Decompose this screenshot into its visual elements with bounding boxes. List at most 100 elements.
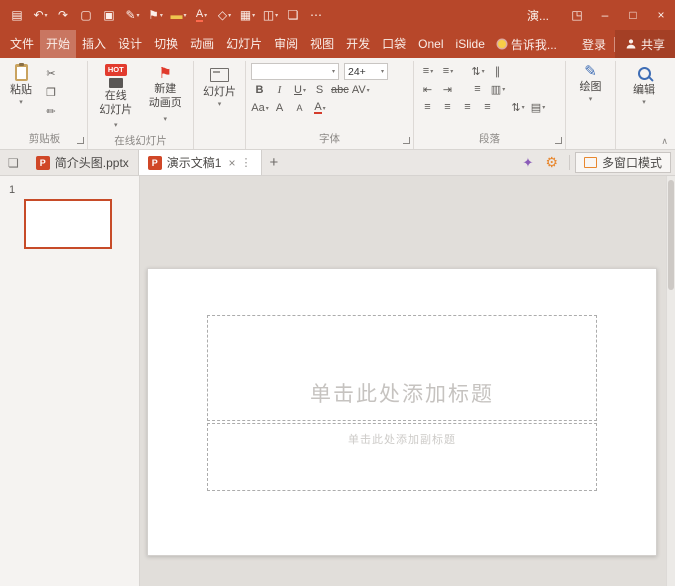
vertical-scrollbar[interactable] [666, 176, 675, 586]
settings-gear-icon[interactable]: ⚙ [539, 150, 564, 175]
tab-review[interactable]: 审阅 [268, 30, 304, 58]
ribbon-tab-strip: 文件 开始 插入 设计 切换 动画 幻灯片 审阅 视图 开发 口袋 Onel i… [0, 30, 675, 58]
italic-button[interactable]: I [271, 82, 289, 98]
numbering-button[interactable]: ≡▾ [439, 63, 457, 79]
line-spacing-button[interactable]: ⇅▾ [469, 63, 487, 79]
font-name-combo[interactable]: ▾ [251, 63, 339, 80]
pencil-icon[interactable]: ✎▾ [121, 2, 144, 28]
decrease-indent-button[interactable]: ⇤ [419, 81, 437, 97]
align-center-button[interactable]: ≡ [439, 99, 457, 115]
document-switch-icon[interactable]: ❏ [0, 150, 27, 175]
font-size-combo[interactable]: 24+▾ [344, 63, 388, 80]
align-text-button[interactable]: ⇅▾ [509, 99, 527, 115]
font-color-icon[interactable]: A▾ [190, 2, 213, 28]
picture-icon[interactable]: ◫▾ [259, 2, 282, 28]
tab-view[interactable]: 视图 [304, 30, 340, 58]
redo-icon[interactable]: ↷ [52, 2, 75, 28]
increase-indent-button[interactable]: ⇥ [439, 81, 457, 97]
new-presentation-icon[interactable]: ▢ [75, 2, 98, 28]
scrollbar-thumb[interactable] [668, 180, 674, 290]
flag-icon[interactable]: ⚑▾ [144, 2, 167, 28]
window-icon[interactable]: ❏ [282, 2, 305, 28]
paragraph-dialog-launcher-icon[interactable] [555, 137, 562, 144]
tab-animations[interactable]: 动画 [184, 30, 220, 58]
character-spacing-button[interactable]: AV▾ [352, 82, 370, 98]
undo-icon[interactable]: ↶▾ [29, 2, 52, 28]
font-color-button[interactable]: A▾ [311, 100, 329, 116]
grow-font-button[interactable]: A [271, 100, 289, 116]
minimize-button[interactable]: – [591, 0, 619, 30]
tab-insert[interactable]: 插入 [76, 30, 112, 58]
text-shadow-button[interactable]: S [311, 82, 329, 98]
strikethrough-button[interactable]: abc [331, 82, 350, 98]
full-screen-icon[interactable]: ◳ [563, 0, 591, 30]
paste-button[interactable]: 粘贴 ▾ [7, 62, 35, 130]
tab-pocket[interactable]: 口袋 [376, 30, 412, 58]
subtitle-placeholder-text: 单击此处添加副标题 [348, 431, 456, 447]
tab-onel[interactable]: Onel [412, 30, 449, 58]
fill-color-icon[interactable]: ▬▾ [167, 2, 190, 28]
tab-design[interactable]: 设计 [112, 30, 148, 58]
online-slides-label-2: 幻灯片 ▾ [96, 103, 136, 132]
shrink-font-button[interactable]: A [291, 100, 309, 116]
drawing-dropdown-icon[interactable]: ▾ [589, 95, 593, 104]
new-slide-dropdown-icon[interactable]: ▾ [218, 100, 222, 109]
tab-developer[interactable]: 开发 [340, 30, 376, 58]
collapse-ribbon-icon[interactable]: ∧ [661, 136, 668, 147]
cut-button[interactable]: ✂ [42, 65, 60, 81]
clipboard-dialog-launcher-icon[interactable] [77, 137, 84, 144]
align-right-button[interactable]: ≡ [459, 99, 477, 115]
tab-slideshow[interactable]: 幻灯片 [220, 30, 268, 58]
brush-tool-icon[interactable]: ✦ [517, 150, 540, 175]
doc-tab-inactive[interactable]: P 简介头图.pptx [27, 150, 138, 175]
online-slides-group: HOT 在线 幻灯片 ▾ ⚑ 新建 动画页 ▾ 在线幻灯片 [88, 61, 194, 149]
slide-thumbnail[interactable] [24, 199, 112, 249]
multi-window-mode-button[interactable]: 多窗口模式 [575, 152, 671, 173]
tab-transitions[interactable]: 切换 [148, 30, 184, 58]
share-button[interactable]: 共享 [615, 30, 675, 58]
new-tab-button[interactable]: + [262, 150, 287, 175]
bold-button[interactable]: B [251, 82, 269, 98]
new-slide-button[interactable]: 幻灯片 ▾ [200, 62, 239, 149]
align-left-button[interactable]: ≡ [419, 99, 437, 115]
maximize-button[interactable]: □ [619, 0, 647, 30]
ppt-file-icon: P [36, 156, 50, 170]
columns-button[interactable]: ▥▾ [489, 81, 507, 97]
title-placeholder[interactable]: 单击此处添加标题 [207, 315, 597, 421]
sign-in-button[interactable]: 登录 [574, 36, 614, 53]
format-painter-button[interactable]: ✏ [42, 103, 60, 119]
new-slide-label: 幻灯片 [203, 85, 236, 99]
tab-file[interactable]: 文件 [4, 30, 40, 58]
subtitle-placeholder[interactable]: 单击此处添加副标题 [207, 423, 597, 491]
new-animation-page-button[interactable]: ⚑ 新建 动画页 ▾ [143, 62, 189, 132]
text-direction-button[interactable]: ∥ [489, 63, 507, 79]
shapes-icon[interactable]: ◇▾ [213, 2, 236, 28]
close-tab-icon[interactable]: × [228, 156, 235, 170]
text-align-list-button[interactable]: ≡ [469, 81, 487, 97]
tell-me-box[interactable]: 告诉我... [491, 36, 564, 53]
online-slides-button[interactable]: HOT 在线 幻灯片 ▾ [93, 62, 139, 132]
editing-dropdown-icon[interactable]: ▾ [642, 98, 646, 107]
tab-islide[interactable]: iSlide [450, 30, 491, 58]
underline-button[interactable]: U▾ [291, 82, 309, 98]
slide-canvas[interactable]: 单击此处添加标题 单击此处添加副标题 [147, 268, 657, 556]
copy-button[interactable]: ❐ [42, 84, 60, 100]
doc-tab-active[interactable]: P 演示文稿1 × ⋮ [138, 150, 262, 175]
paste-dropdown-icon[interactable]: ▾ [19, 98, 23, 107]
editing-button[interactable]: 编辑 ▾ [630, 62, 658, 149]
tab-home[interactable]: 开始 [40, 30, 76, 58]
justify-button[interactable]: ≡ [479, 99, 497, 115]
change-case-button[interactable]: Aa▾ [251, 100, 269, 116]
open-icon[interactable]: ▣ [98, 2, 121, 28]
convert-smartart-button[interactable]: ▤▾ [529, 99, 547, 115]
drawing-button[interactable]: ✎ 绘图 ▾ [577, 62, 605, 149]
close-button[interactable]: × [647, 0, 675, 30]
bullets-button[interactable]: ≡▾ [419, 63, 437, 79]
new-animation-label-1: 新建 [154, 82, 176, 96]
magnifier-icon [638, 67, 651, 80]
tab-menu-icon[interactable]: ⋮ [241, 156, 252, 169]
save-icon[interactable]: ▤ [6, 2, 29, 28]
font-dialog-launcher-icon[interactable] [403, 137, 410, 144]
table-icon[interactable]: ▦▾ [236, 2, 259, 28]
qat-more-icon[interactable]: ⋯ [305, 2, 328, 28]
